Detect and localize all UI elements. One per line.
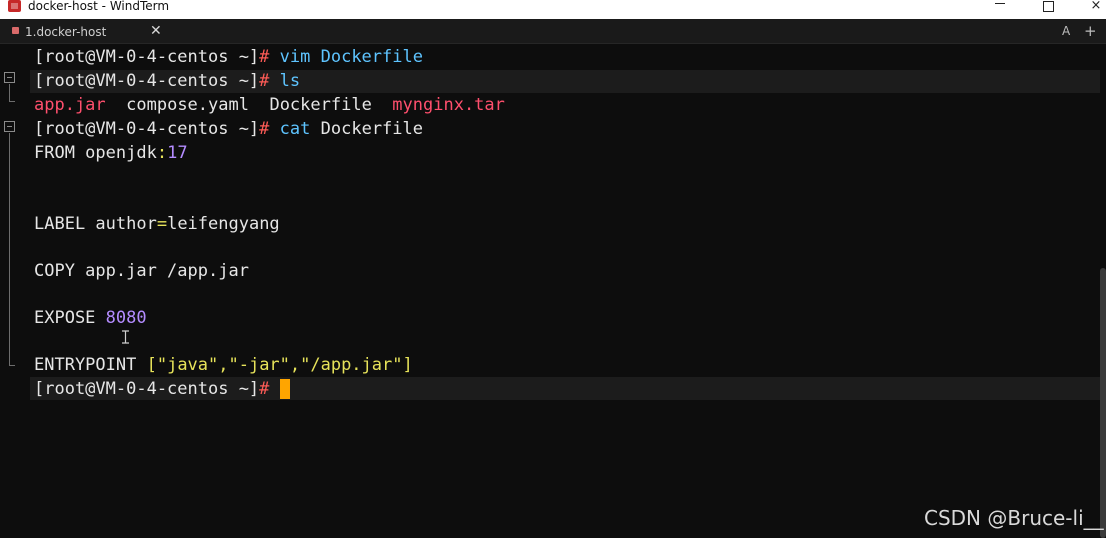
prompt: [root@VM-0-4-centos ~] — [34, 47, 260, 67]
prompt: [root@VM-0-4-centos ~] — [34, 71, 260, 91]
text-cursor — [279, 379, 290, 399]
dockerfile-expose-line: EXPOSE 8080 — [34, 307, 147, 329]
tab-close-icon[interactable]: ✕ — [150, 23, 162, 39]
file-entry: app.jar — [34, 95, 106, 115]
prompt: [root@VM-0-4-centos ~] — [34, 379, 260, 399]
vertical-scrollbar[interactable] — [1100, 268, 1106, 538]
prompt-symbol: # — [259, 71, 270, 91]
fold-toggle-icon[interactable] — [4, 72, 15, 83]
dockerfile-copy-line: COPY app.jar /app.jar — [34, 260, 249, 282]
version-number: 17 — [167, 143, 188, 163]
tab-label: 1.docker-host — [25, 25, 107, 39]
title-bar: docker-host - WindTerm × — [0, 0, 1106, 19]
fold-guide-end — [9, 101, 15, 102]
ibeam-cursor-icon — [122, 330, 129, 344]
command: ls — [279, 71, 301, 91]
file-entry: compose.yaml — [126, 95, 249, 115]
font-size-button[interactable]: A — [1062, 23, 1070, 39]
command: cat — [279, 119, 311, 139]
prompt-symbol: # — [259, 119, 270, 139]
file-entry: Dockerfile — [269, 95, 372, 115]
expose-keyword: EXPOSE — [34, 308, 96, 328]
prompt-symbol: # — [259, 379, 270, 399]
terminal-line: [root@VM-0-4-centos ~]# cat Dockerfile — [34, 118, 423, 140]
tab-docker-host[interactable]: 1.docker-host ✕ — [0, 19, 175, 43]
fold-guide-end — [9, 365, 15, 366]
terminal-line: [root@VM-0-4-centos ~]# ls — [34, 70, 300, 92]
file-entry: mynginx.tar — [392, 95, 505, 115]
windterm-app-icon — [8, 0, 21, 12]
maximize-icon — [1042, 1, 1054, 12]
entrypoint-array: ["java","-jar","/app.jar"] — [146, 355, 413, 375]
equals: = — [156, 214, 168, 234]
terminal-line: [root@VM-0-4-centos ~]# — [34, 378, 290, 400]
command-argument: Dockerfile — [320, 119, 423, 139]
watermark-text: CSDN @Bruce-li__ — [924, 506, 1104, 530]
prompt: [root@VM-0-4-centos ~] — [34, 119, 260, 139]
tab-bar: 1.docker-host ✕ A + — [0, 19, 1106, 44]
colon: : — [156, 143, 168, 163]
minimize-button[interactable] — [988, 0, 1012, 14]
prompt-symbol: # — [259, 47, 270, 67]
entrypoint-keyword: ENTRYPOINT — [34, 355, 137, 375]
command: vim Dockerfile — [279, 47, 423, 67]
maximize-button[interactable] — [1036, 0, 1060, 14]
add-tab-button[interactable]: + — [1084, 23, 1097, 39]
terminal-area[interactable]: [root@VM-0-4-centos ~]# vim Dockerfile [… — [0, 44, 1106, 538]
close-window-button[interactable]: × — [1084, 0, 1106, 14]
fold-toggle-icon[interactable] — [4, 121, 15, 132]
fold-guide — [9, 133, 10, 365]
label-value: leifengyang — [167, 214, 280, 234]
fold-guide — [9, 84, 10, 102]
from-keyword: FROM openjdk — [34, 143, 157, 163]
copy-text: COPY app.jar /app.jar — [34, 261, 249, 281]
minimize-icon — [995, 3, 1005, 4]
dockerfile-label-line: LABEL author=leifengyang — [34, 213, 280, 235]
label-keyword: LABEL author — [34, 214, 157, 234]
dockerfile-entrypoint-line: ENTRYPOINT ["java","-jar","/app.jar"] — [34, 354, 413, 376]
dockerfile-from-line: FROM openjdk:17 — [34, 142, 188, 164]
session-icon — [12, 27, 19, 34]
terminal-line: [root@VM-0-4-centos ~]# vim Dockerfile — [34, 46, 423, 68]
port-number: 8080 — [105, 308, 147, 328]
ls-output-line: app.jar compose.yaml Dockerfile mynginx.… — [34, 94, 505, 116]
window-title: docker-host - WindTerm — [28, 0, 170, 13]
close-icon: × — [1090, 0, 1102, 13]
